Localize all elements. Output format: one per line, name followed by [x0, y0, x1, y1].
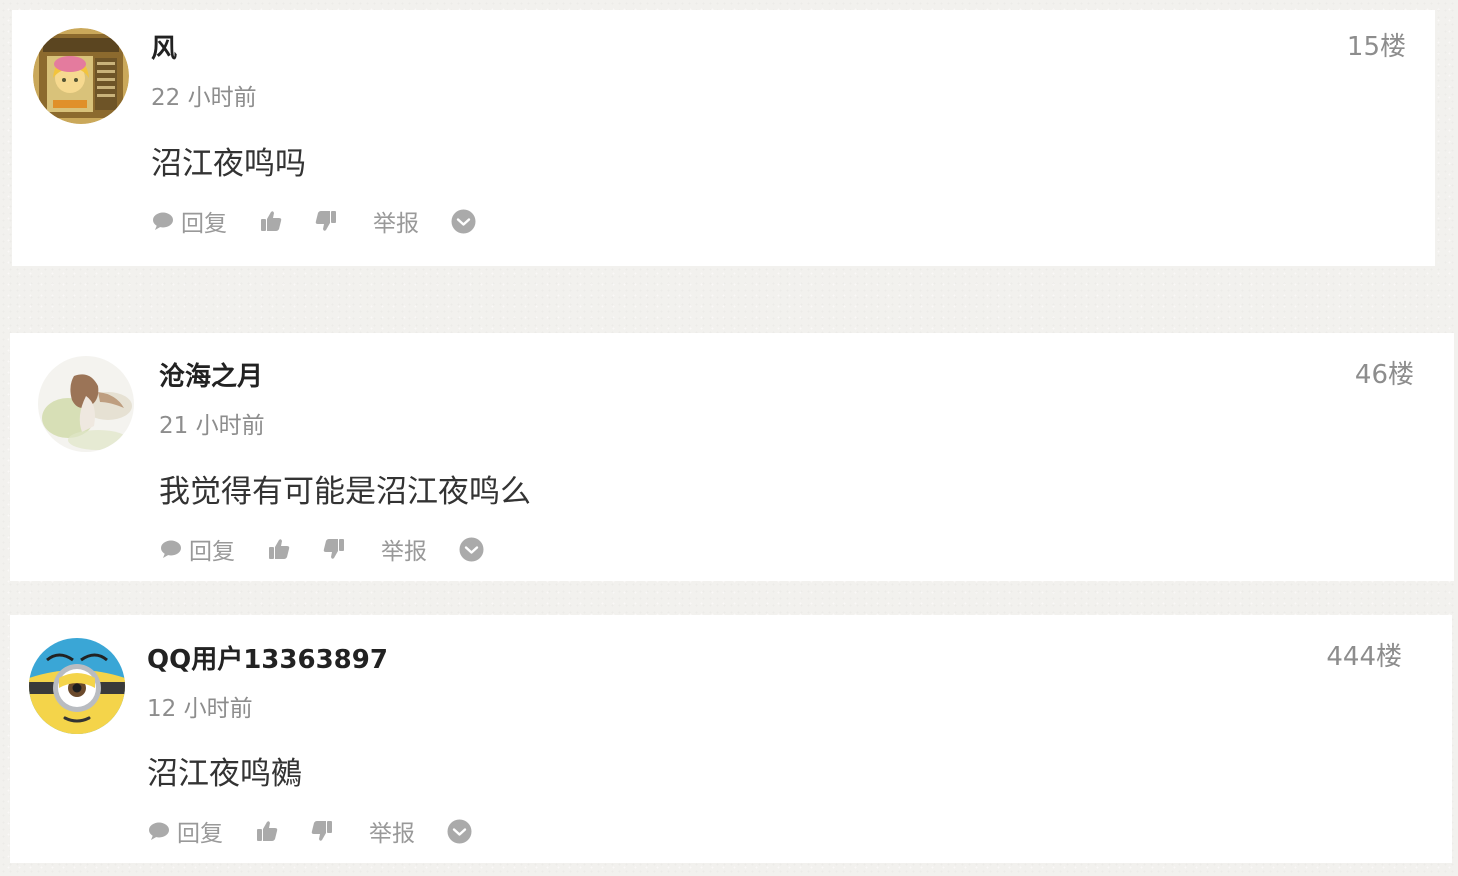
avatar[interactable] — [33, 28, 129, 124]
report-label: 举报 — [373, 211, 419, 237]
dislike-button[interactable] — [322, 534, 346, 564]
comment-time: 21 小时前 — [159, 413, 265, 439]
speech-bubble-icon — [148, 820, 170, 842]
reply-label: 回复 — [177, 821, 223, 847]
avatar[interactable] — [29, 638, 125, 734]
author-name[interactable]: 沧海之月 — [159, 362, 263, 392]
chevron-down-circle-icon — [451, 209, 476, 234]
chevron-down-circle-icon — [447, 819, 472, 844]
report-label: 举报 — [381, 539, 427, 565]
like-button[interactable] — [255, 816, 279, 846]
dislike-button[interactable] — [314, 206, 338, 236]
avatar[interactable] — [38, 356, 134, 452]
reply-label: 回复 — [181, 211, 227, 237]
floor-number: 46楼 — [1354, 360, 1414, 390]
reply-button[interactable]: 回复 — [152, 206, 227, 237]
dislike-button[interactable] — [310, 816, 334, 846]
author-name[interactable]: 风 — [151, 34, 177, 64]
floor-number: 444楼 — [1326, 642, 1402, 672]
thumbs-up-icon — [259, 209, 283, 233]
report-button[interactable]: 举报 — [373, 206, 419, 237]
speech-bubble-icon — [152, 210, 174, 232]
reply-label: 回复 — [189, 539, 235, 565]
reply-button[interactable]: 回复 — [160, 534, 235, 565]
reply-button[interactable]: 回复 — [148, 816, 223, 847]
thumbs-up-icon — [255, 819, 279, 843]
comment-card: 沧海之月 21 小时前 46楼 我觉得有可能是沼江夜鸣么 回复 举报 — [10, 333, 1454, 581]
comment-text: 我觉得有可能是沼江夜鸣么 — [159, 474, 531, 510]
author-name[interactable]: QQ用户13363897 — [147, 645, 388, 675]
report-button[interactable]: 举报 — [381, 534, 427, 565]
thumbs-down-icon — [310, 819, 334, 843]
like-button[interactable] — [267, 534, 291, 564]
more-button[interactable] — [459, 534, 484, 564]
comment-time: 12 小时前 — [147, 696, 253, 722]
more-button[interactable] — [451, 206, 476, 236]
more-button[interactable] — [447, 816, 472, 846]
thumbs-up-icon — [267, 537, 291, 561]
comment-card: QQ用户13363897 12 小时前 444楼 沼江夜鸣鵺 回复 举报 — [10, 615, 1452, 863]
speech-bubble-icon — [160, 538, 182, 560]
chevron-down-circle-icon — [459, 537, 484, 562]
comment-time: 22 小时前 — [151, 85, 257, 111]
thumbs-down-icon — [322, 537, 346, 561]
floor-number: 15楼 — [1346, 32, 1406, 62]
thumbs-down-icon — [314, 209, 338, 233]
report-button[interactable]: 举报 — [369, 816, 415, 847]
comment-text: 沼江夜鸣鵺 — [147, 756, 302, 792]
comment-card: 风 22 小时前 15楼 沼江夜鸣吗 回复 举报 — [12, 10, 1435, 266]
comment-text: 沼江夜鸣吗 — [151, 146, 306, 182]
report-label: 举报 — [369, 821, 415, 847]
like-button[interactable] — [259, 206, 283, 236]
